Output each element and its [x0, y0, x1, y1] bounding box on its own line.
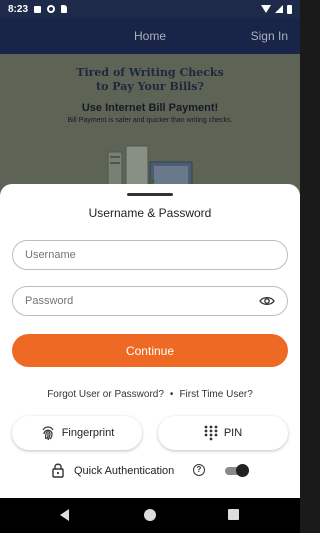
quick-auth-label: Quick Authentication: [74, 465, 175, 477]
pin-label: PIN: [223, 427, 243, 439]
sheet-drag-handle[interactable]: [127, 193, 173, 196]
promo-subhead: Use Internet Bill Payment!: [81, 102, 219, 114]
password-input[interactable]: [25, 295, 259, 307]
promo-headline: Tired of Writing Checks to Pay Your Bill…: [0, 66, 300, 94]
fingerprint-label: Fingerprint: [61, 427, 115, 439]
continue-button[interactable]: Continue: [12, 334, 288, 367]
forgot-credentials-link[interactable]: Forgot User or Password?: [47, 389, 164, 400]
status-bar: 8:23: [0, 0, 300, 18]
fingerprint-button[interactable]: Fingerprint: [12, 416, 142, 450]
first-time-user-link[interactable]: First Time User?: [179, 389, 252, 400]
link-separator: •: [169, 389, 174, 400]
fingerprint-icon: [42, 426, 54, 441]
sheet-title: Username & Password: [88, 206, 212, 220]
promo-headline-line1: Tired of Writing Checks: [76, 66, 224, 79]
quick-auth-row: Quick Authentication ?: [0, 462, 300, 482]
help-links: Forgot User or Password? • First Time User…: [0, 389, 300, 400]
settings-icon: [47, 5, 56, 13]
username-input[interactable]: [25, 249, 275, 261]
quick-auth-toggle[interactable]: [225, 464, 249, 477]
help-icon[interactable]: ?: [193, 464, 205, 476]
password-field[interactable]: [12, 286, 288, 316]
show-password-icon[interactable]: [259, 296, 275, 306]
login-bottom-sheet: Username & Password Continue Forgot User…: [0, 184, 300, 498]
back-icon[interactable]: [60, 509, 69, 521]
recents-icon[interactable]: [228, 509, 239, 520]
signal-icon: [275, 5, 283, 13]
wifi-icon: [261, 5, 271, 13]
username-field[interactable]: [12, 240, 288, 270]
toggle-thumb: [236, 464, 249, 477]
promo-headline-line2: to Pay Your Bills?: [96, 80, 204, 93]
notification-icon: [34, 5, 42, 13]
promo-text: Bill Payment is safer and quicker than w…: [67, 117, 233, 124]
app-header: Home Sign In: [0, 18, 300, 54]
battery-icon: [287, 4, 292, 14]
pin-button[interactable]: PIN: [158, 416, 288, 450]
sd-card-icon: [61, 5, 68, 13]
nav-sign-in-link[interactable]: Sign In: [251, 29, 288, 43]
keypad-icon: [204, 425, 218, 441]
nav-home-link[interactable]: Home: [134, 29, 166, 43]
status-time: 8:23: [8, 3, 29, 15]
lock-icon: [52, 463, 64, 478]
home-icon[interactable]: [144, 509, 156, 521]
system-nav-bar: [0, 498, 300, 533]
